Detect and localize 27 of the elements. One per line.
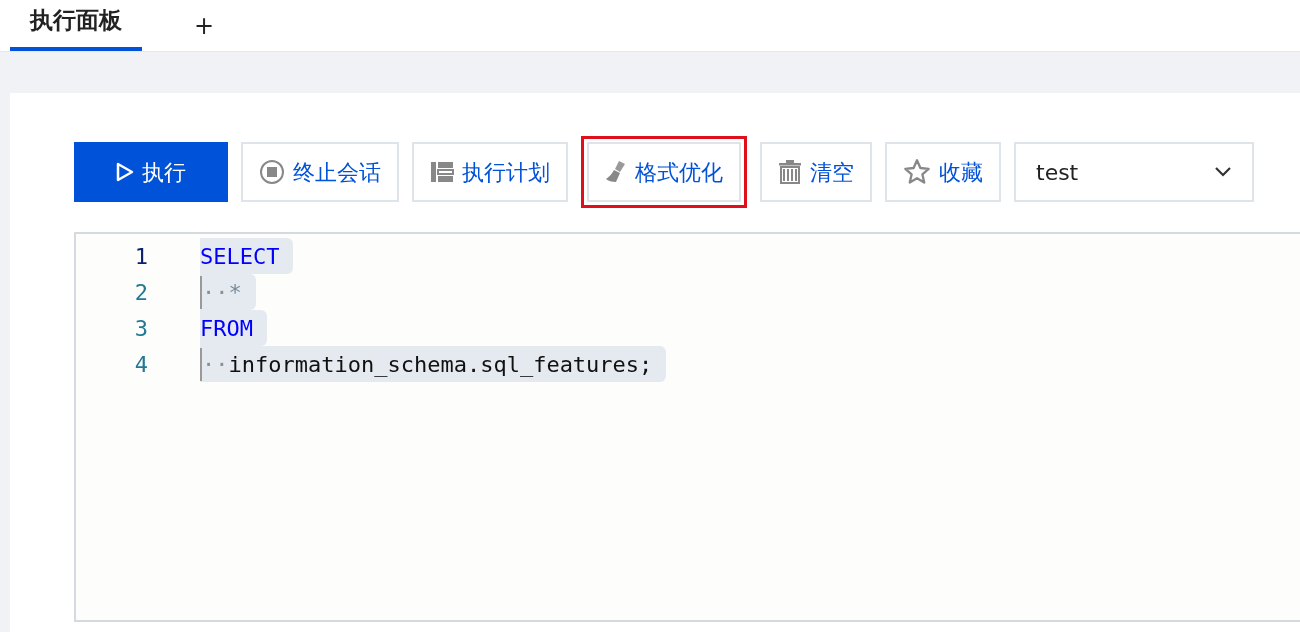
- code-editor[interactable]: 1 SELECT 2 ··* 3 FROM 4 ··information_schema.sql_features;: [74, 232, 1300, 622]
- toolbar-button[interactable]: 终止会话: [241, 142, 399, 202]
- code-text: information_schema.sql_features;: [228, 350, 653, 379]
- code-text: FROM: [200, 314, 253, 343]
- toolbar-button[interactable]: 收藏: [885, 142, 1001, 202]
- add-tab-button[interactable]: +: [182, 12, 227, 51]
- star-icon: [903, 158, 931, 186]
- database-select[interactable]: test: [1014, 142, 1254, 202]
- chevron-down-icon: [1214, 166, 1232, 178]
- stop-icon: [259, 159, 285, 185]
- brush-icon: [605, 160, 627, 184]
- trash-icon: [778, 160, 802, 184]
- code-text: ··: [200, 347, 229, 381]
- code-text: *: [228, 278, 242, 307]
- line-number: 3: [133, 314, 148, 343]
- toolbar-button[interactable]: 执行: [74, 142, 228, 202]
- toolbar-button[interactable]: 清空: [760, 142, 872, 202]
- code-text: SELECT: [200, 242, 280, 271]
- tab[interactable]: 执行面板: [10, 2, 142, 51]
- plan-icon: [430, 160, 454, 184]
- toolbar-button[interactable]: 执行计划: [412, 142, 568, 202]
- code-text: ··: [200, 275, 229, 309]
- line-number: 4: [133, 350, 148, 379]
- toolbar-button[interactable]: 格式优化: [587, 142, 741, 202]
- line-number: 1: [133, 242, 148, 271]
- play-icon: [116, 162, 134, 182]
- line-number: 2: [133, 278, 148, 307]
